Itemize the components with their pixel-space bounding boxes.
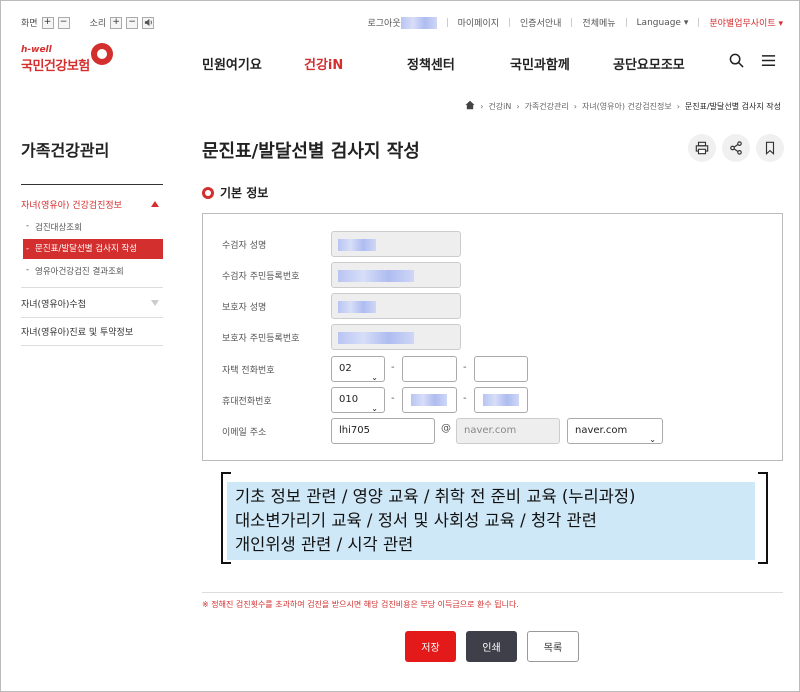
gnb-item-together[interactable]: 국민과함께 — [510, 54, 570, 73]
email-domain-input[interactable]: naver.com — [456, 418, 560, 444]
speaker-icon[interactable] — [142, 16, 155, 29]
language-dropdown[interactable]: Language ▾ — [637, 18, 689, 28]
accessibility-controls: 화면 + − 소리 + − — [21, 16, 155, 29]
guardian-rrn-field — [331, 324, 461, 350]
section-bullet-icon — [202, 186, 214, 199]
recovery-notice: ※ 정해진 검진횟수를 초과하여 검진을 받으시면 해당 검진비용은 부당 이득… — [202, 600, 519, 609]
business-sites-dropdown[interactable]: 분야별업무사이트 ▾ — [709, 16, 783, 29]
gnb-item-health-in[interactable]: 건강iN — [304, 54, 343, 73]
email-id-input[interactable]: lhi705 — [331, 418, 435, 444]
questionnaire-topics-callout: 기초 정보 관련 / 영양 교육 / 취학 전 준비 교육 (누리과정) 대소변… — [227, 482, 755, 560]
at-sign: @ — [441, 423, 451, 434]
print-button[interactable]: 인쇄 — [466, 631, 517, 662]
home-icon[interactable] — [465, 100, 475, 112]
callout-line: 기초 정보 관련 / 영양 교육 / 취학 전 준비 교육 (누리과정) — [235, 487, 636, 506]
gnb-item-about[interactable]: 공단요모조모 — [613, 54, 685, 73]
examinee-name-field — [331, 231, 461, 257]
zoom-out-button[interactable]: − — [57, 16, 70, 29]
callout-line: 개인위생 관련 / 시각 관련 — [235, 535, 414, 554]
mobile-phone-label: 휴대전화번호 — [222, 397, 272, 407]
chevron-down-icon: ⌄ — [649, 435, 656, 444]
side-nav-title: 가족건강관리 — [21, 141, 110, 160]
logo-name: 국민건강보험 — [21, 59, 90, 74]
zoom-in-button[interactable]: + — [41, 16, 54, 29]
guardian-rrn-label: 보호자 주민등록번호 — [222, 334, 300, 344]
guardian-name-label: 보호자 성명 — [222, 303, 267, 313]
logo-mark-icon — [91, 43, 113, 65]
sound-label: 소리 — [89, 19, 107, 29]
utility-bar: 화면 + − 소리 + − 로그아웃 마이페이지 인증서안내 전체메뉴 Lang… — [1, 1, 800, 39]
save-button[interactable]: 저장 — [405, 631, 456, 662]
breadcrumb: › 건강iN › 가족건강관리 › 자녀(영유아) 건강검진정보 › 문진표/발… — [465, 100, 781, 112]
logout-link[interactable]: 로그아웃 — [367, 16, 400, 29]
examinee-rrn-label: 수검자 주민등록번호 — [222, 272, 300, 282]
nhis-logo[interactable]: h-well 국민건강보험 — [21, 43, 113, 74]
mobile-prefix-select[interactable]: 010 ⌄ — [331, 387, 385, 413]
print-icon[interactable] — [688, 134, 716, 162]
breadcrumb-item[interactable]: 건강iN — [488, 101, 511, 112]
home-phone-area-select[interactable]: 02 ⌄ — [331, 356, 385, 382]
side-sub-checkup-target[interactable]: 검진대상조회 — [23, 221, 163, 233]
utility-links: 로그아웃 마이페이지 인증서안내 전체메뉴 Language ▾ 분야별업무사이… — [367, 16, 783, 29]
mobile-last-input[interactable] — [474, 387, 528, 413]
mypage-link[interactable]: 마이페이지 — [458, 16, 499, 29]
email-domain-select[interactable]: naver.com ⌄ — [567, 418, 663, 444]
expand-icon — [151, 300, 159, 306]
side-item-child-treatment[interactable]: 자녀(영유아)진료 및 투약정보 — [21, 325, 163, 338]
breadcrumb-current: 문진표/발달선별 검사지 작성 — [684, 101, 781, 111]
breadcrumb-item[interactable]: 가족건강관리 — [525, 101, 569, 112]
gnb-item-policy[interactable]: 정책센터 — [407, 54, 455, 73]
side-item-infant-checkup-info[interactable]: 자녀(영유아) 건강검진정보 — [21, 198, 163, 211]
home-phone-label: 자택 전화번호 — [222, 366, 275, 376]
menu-icon[interactable] — [761, 53, 776, 71]
callout-bracket-right — [758, 472, 768, 564]
search-icon[interactable] — [729, 53, 744, 71]
volume-down-button[interactable]: − — [126, 16, 139, 29]
page-title: 문진표/발달선별 검사지 작성 — [202, 141, 420, 162]
side-nav-divider — [21, 184, 163, 185]
section-basic-info: 기본 정보 — [202, 184, 268, 201]
home-phone-middle-input[interactable] — [402, 356, 457, 382]
certificate-link[interactable]: 인증서안내 — [520, 16, 561, 29]
callout-line: 대소변가리기 교육 / 정서 및 사회성 교육 / 청각 관련 — [235, 511, 597, 530]
screen-size-label: 화면 — [21, 19, 38, 29]
breadcrumb-item[interactable]: 자녀(영유아) 건강검진정보 — [582, 101, 672, 112]
collapse-icon — [151, 201, 159, 207]
gnb-item-minwon[interactable]: 민원여기요 — [202, 54, 262, 73]
all-menu-link[interactable]: 전체메뉴 — [582, 16, 615, 29]
examinee-name-label: 수검자 성명 — [222, 241, 267, 251]
list-button[interactable]: 목록 — [527, 631, 579, 662]
user-name-redacted — [400, 16, 437, 29]
email-label: 이메일 주소 — [222, 428, 267, 438]
side-sub-questionnaire[interactable]: 문진표/발달선별 검사지 작성 — [23, 239, 163, 259]
logo-tagline: h-well — [21, 45, 52, 55]
share-icon[interactable] — [722, 134, 750, 162]
guardian-name-field — [331, 293, 461, 319]
home-phone-last-input[interactable] — [474, 356, 528, 382]
mobile-middle-input[interactable] — [402, 387, 457, 413]
side-item-child-handbook[interactable]: 자녀(영유아)수첩 — [21, 297, 163, 310]
volume-up-button[interactable]: + — [110, 16, 123, 29]
examinee-rrn-field — [331, 262, 461, 288]
side-sub-checkup-results[interactable]: 영유아건강검진 결과조회 — [23, 265, 163, 277]
bookmark-icon[interactable] — [756, 134, 784, 162]
